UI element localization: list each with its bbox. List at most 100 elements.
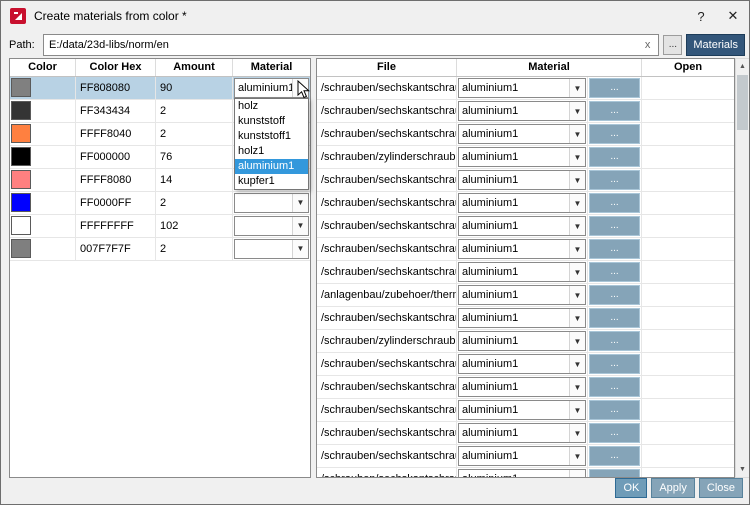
combobox-arrow-icon[interactable]: ▼ (569, 125, 585, 143)
dropdown-option[interactable]: aluminium1 (235, 159, 308, 174)
file-browse-button[interactable]: ... (589, 147, 640, 167)
material-combobox[interactable]: ▼ (234, 239, 309, 259)
material-combobox[interactable]: ▼ (234, 193, 309, 213)
combobox-arrow-icon[interactable]: ▼ (292, 194, 308, 212)
file-browse-button[interactable]: ... (589, 446, 640, 466)
file-material-combobox[interactable]: aluminium1 ▼ (458, 331, 586, 351)
materials-button[interactable]: Materials (686, 33, 745, 56)
combobox-arrow-icon[interactable]: ▼ (569, 355, 585, 373)
file-material-combobox[interactable]: aluminium1 ▼ (458, 170, 586, 190)
file-material-combobox[interactable]: aluminium1 ▼ (458, 469, 586, 477)
file-material-combobox[interactable]: aluminium1 ▼ (458, 193, 586, 213)
file-browse-button[interactable]: ... (589, 101, 640, 121)
close-dialog-button[interactable]: Close (698, 478, 743, 498)
dropdown-option[interactable]: kunststoff (235, 114, 308, 129)
file-table-row[interactable]: /schrauben/sechskantschraub... aluminium… (317, 215, 734, 238)
file-table-row[interactable]: /schrauben/sechskantschraub... aluminium… (317, 445, 734, 468)
scroll-down-icon[interactable]: ▼ (736, 462, 749, 477)
combobox-arrow-icon[interactable]: ▼ (569, 79, 585, 97)
clear-path-icon[interactable]: x (642, 39, 654, 51)
dropdown-option[interactable]: kupfer1 (235, 174, 308, 189)
file-table-row[interactable]: /schrauben/sechskantschraub... aluminium… (317, 238, 734, 261)
file-material-combobox[interactable]: aluminium1 ▼ (458, 354, 586, 374)
file-material-combobox[interactable]: aluminium1 ▼ (458, 285, 586, 305)
file-table-row[interactable]: /schrauben/zylinderschrauben... aluminiu… (317, 146, 734, 169)
file-browse-button[interactable]: ... (589, 170, 640, 190)
file-table-row[interactable]: /schrauben/sechskantschraub... aluminium… (317, 307, 734, 330)
dropdown-option[interactable]: kunststoff1 (235, 129, 308, 144)
file-table-row[interactable]: /schrauben/sechskantschraub... aluminium… (317, 399, 734, 422)
file-browse-button[interactable]: ... (589, 124, 640, 144)
file-browse-button[interactable]: ... (589, 262, 640, 282)
file-material-combobox[interactable]: aluminium1 ▼ (458, 78, 586, 98)
path-input[interactable]: E:/data/23d-libs/norm/en x (43, 33, 660, 56)
color-table-row[interactable]: FF808080 90 aluminium1 ▼ (10, 77, 310, 100)
file-material-combobox[interactable]: aluminium1 ▼ (458, 101, 586, 121)
file-material-combobox[interactable]: aluminium1 ▼ (458, 308, 586, 328)
help-button[interactable]: ? (685, 1, 717, 31)
file-table-row[interactable]: /schrauben/sechskantschraub... aluminium… (317, 169, 734, 192)
combobox-arrow-icon[interactable]: ▼ (569, 378, 585, 396)
file-material-combobox[interactable]: aluminium1 ▼ (458, 423, 586, 443)
file-table-row[interactable]: /schrauben/sechskantschraub... aluminium… (317, 353, 734, 376)
file-browse-button[interactable]: ... (589, 354, 640, 374)
file-table-row[interactable]: /schrauben/sechskantschraub... aluminium… (317, 123, 734, 146)
combobox-arrow-icon[interactable]: ▼ (569, 447, 585, 465)
file-table-row[interactable]: /schrauben/sechskantschraub... aluminium… (317, 77, 734, 100)
file-material-combobox[interactable]: aluminium1 ▼ (458, 216, 586, 236)
combobox-arrow-icon[interactable]: ▼ (569, 286, 585, 304)
combobox-arrow-icon[interactable]: ▼ (569, 309, 585, 327)
file-table-row[interactable]: /anlagenbau/zubehoer/therm... aluminium1… (317, 284, 734, 307)
color-table-row[interactable]: 007F7F7F 2 ▼ (10, 238, 310, 261)
file-material-combobox[interactable]: aluminium1 ▼ (458, 239, 586, 259)
close-button[interactable]: ✕ (717, 1, 749, 31)
file-browse-button[interactable]: ... (589, 308, 640, 328)
file-browse-button[interactable]: ... (589, 423, 640, 443)
file-browse-button[interactable]: ... (589, 193, 640, 213)
file-table-row[interactable]: /schrauben/zylinderschrauben... aluminiu… (317, 330, 734, 353)
file-table-row[interactable]: /schrauben/sechskantschraub... aluminium… (317, 261, 734, 284)
combobox-arrow-icon[interactable]: ▼ (569, 263, 585, 281)
file-table-row[interactable]: /schrauben/sechskantschraub... aluminium… (317, 376, 734, 399)
file-material-combobox[interactable]: aluminium1 ▼ (458, 147, 586, 167)
combobox-arrow-icon[interactable]: ▼ (292, 217, 308, 235)
file-browse-button[interactable]: ... (589, 400, 640, 420)
file-material-combobox[interactable]: aluminium1 ▼ (458, 377, 586, 397)
combobox-arrow-icon[interactable]: ▼ (569, 424, 585, 442)
combobox-arrow-icon[interactable]: ▼ (569, 171, 585, 189)
color-table-row[interactable]: FFFFFFFF 102 ▼ (10, 215, 310, 238)
file-table-row[interactable]: /schrauben/sechskantschraub... aluminium… (317, 192, 734, 215)
browse-path-button[interactable]: ... (663, 34, 683, 55)
combobox-arrow-icon[interactable]: ▼ (569, 194, 585, 212)
ok-button[interactable]: OK (615, 478, 648, 498)
file-browse-button[interactable]: ... (589, 331, 640, 351)
file-browse-button[interactable]: ... (589, 78, 640, 98)
file-material-combobox[interactable]: aluminium1 ▼ (458, 124, 586, 144)
file-material-combobox[interactable]: aluminium1 ▼ (458, 262, 586, 282)
dropdown-option[interactable]: holz (235, 99, 308, 114)
file-browse-button[interactable]: ... (589, 377, 640, 397)
combobox-arrow-icon[interactable]: ▼ (569, 401, 585, 419)
file-table-row[interactable]: /schrauben/sechskantschraub... aluminium… (317, 422, 734, 445)
file-table-row[interactable]: /schrauben/sechskantschraub... aluminium… (317, 100, 734, 123)
file-browse-button[interactable]: ... (589, 239, 640, 259)
combobox-arrow-icon[interactable]: ▼ (292, 240, 308, 258)
file-table-scrollbar[interactable]: ▲ ▼ (735, 58, 749, 478)
file-browse-button[interactable]: ... (589, 469, 640, 477)
dropdown-option[interactable]: holz1 (235, 144, 308, 159)
combobox-arrow-icon[interactable]: ▼ (569, 217, 585, 235)
scroll-up-icon[interactable]: ▲ (736, 59, 749, 74)
scrollbar-thumb[interactable] (737, 75, 748, 130)
file-browse-button[interactable]: ... (589, 216, 640, 236)
combobox-arrow-icon[interactable]: ▼ (569, 102, 585, 120)
apply-button[interactable]: Apply (651, 478, 695, 498)
combobox-arrow-icon[interactable]: ▼ (569, 470, 585, 477)
combobox-arrow-icon[interactable]: ▼ (569, 240, 585, 258)
combobox-arrow-icon[interactable]: ▼ (569, 148, 585, 166)
color-table-row[interactable]: FF0000FF 2 ▼ (10, 192, 310, 215)
combobox-arrow-icon[interactable]: ▼ (569, 332, 585, 350)
file-material-combobox[interactable]: aluminium1 ▼ (458, 400, 586, 420)
material-combobox[interactable]: ▼ (234, 216, 309, 236)
file-material-combobox[interactable]: aluminium1 ▼ (458, 446, 586, 466)
file-table-row[interactable]: /schrauben/sechskantschraub... aluminium… (317, 468, 734, 477)
